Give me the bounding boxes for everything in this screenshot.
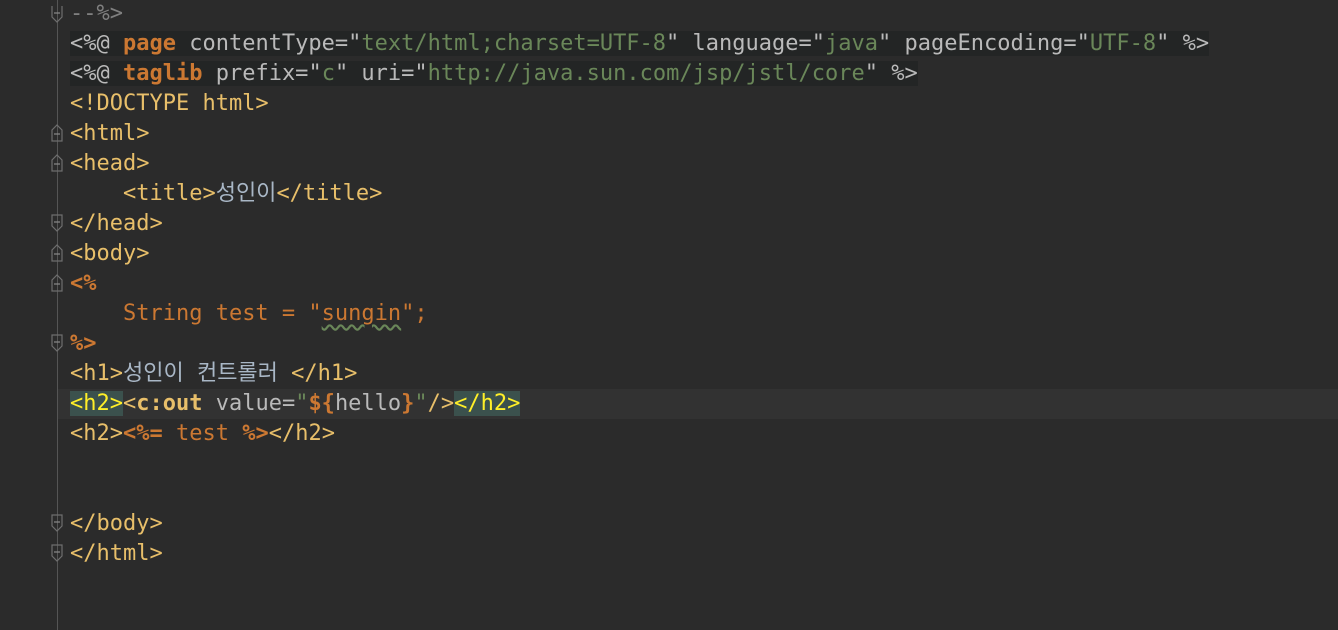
code-line[interactable]: </head> <box>70 209 1338 239</box>
code-line[interactable]: %> <box>70 329 1338 359</box>
quote: " <box>1156 31 1170 56</box>
jsp-expression-open: <%= <box>122 421 163 446</box>
quote: " <box>308 61 322 86</box>
body-close-tag: </body> <box>70 511 163 536</box>
attr-value: http://java.sun.com/jsp/jstl/core <box>427 61 865 86</box>
head-tag: <head> <box>70 151 150 176</box>
h2-open-tag: <h2> <box>70 421 123 446</box>
code-line[interactable]: <!DOCTYPE html> <box>70 89 1338 119</box>
code-editor[interactable]: --%> <%@ page contentType="text/html;cha… <box>0 0 1338 630</box>
h2-close-tag-matched: </h2> <box>454 391 521 416</box>
quote: " <box>414 391 428 416</box>
java-code: String test = <box>122 301 309 326</box>
html-close-tag: </html> <box>70 541 163 566</box>
attr-name: value= <box>202 391 296 416</box>
jsp-expression: test <box>162 421 243 446</box>
attr-value: c <box>321 61 335 86</box>
quote: " <box>414 61 428 86</box>
title-open-tag: <title> <box>122 181 216 206</box>
code-line[interactable]: <html> <box>70 119 1338 149</box>
attr-name: uri= <box>348 61 415 86</box>
doctype: <!DOCTYPE html> <box>70 91 269 116</box>
h2-close-tag: </h2> <box>268 421 335 446</box>
code-line[interactable]: <title>성인이</title> <box>70 179 1338 209</box>
quote: " <box>348 31 362 56</box>
code-line[interactable]: <%@ taglib prefix="c" uri="http://java.s… <box>70 59 1338 89</box>
quote: " <box>1076 31 1090 56</box>
quote: " <box>308 301 322 326</box>
el-expression-open: ${ <box>308 391 335 416</box>
code-line[interactable]: --%> <box>70 0 1338 29</box>
attr-name: prefix= <box>202 61 309 86</box>
attr-value: UTF-8 <box>1089 31 1157 56</box>
title-text: 성인이 <box>215 181 277 206</box>
code-line-current[interactable]: <h2><c:out value="${hello}"/></h2> <box>58 389 1338 419</box>
attr-name: pageEncoding= <box>891 31 1077 56</box>
self-close: /> <box>427 391 455 416</box>
quote: " <box>864 61 879 86</box>
h1-text: 성인이 컨트롤러 <box>122 361 292 386</box>
jsp-expression-close: %> <box>242 421 269 446</box>
fold-start-icon[interactable] <box>50 244 64 262</box>
quote: " <box>295 391 309 416</box>
quote: " <box>334 61 349 86</box>
attr-value: java <box>825 31 878 56</box>
code-line[interactable]: </html> <box>70 539 1338 569</box>
code-line[interactable]: <% <box>70 269 1338 299</box>
fold-end-icon[interactable] <box>50 5 64 23</box>
h2-open-tag-matched: <h2> <box>70 391 123 416</box>
directive-keyword: page <box>122 31 176 56</box>
quote: " <box>877 31 892 56</box>
jsp-directive-close: %> <box>878 61 918 86</box>
fold-end-icon[interactable] <box>50 544 64 562</box>
code-line[interactable]: <%@ page contentType="text/html;charset=… <box>70 29 1338 59</box>
html-tag: <html> <box>70 121 150 146</box>
directive-keyword: taglib <box>122 61 203 86</box>
jstl-element: c:out <box>136 391 203 416</box>
quote: " <box>811 31 825 56</box>
editor-gutter <box>0 0 58 630</box>
fold-start-icon[interactable] <box>50 274 64 292</box>
quote: " <box>401 301 415 326</box>
title-close-tag: </title> <box>276 181 383 206</box>
head-close-tag: </head> <box>70 211 163 236</box>
el-expression: hello <box>334 391 402 416</box>
fold-end-icon[interactable] <box>50 334 64 352</box>
code-line[interactable]: </body> <box>70 509 1338 539</box>
fold-end-icon[interactable] <box>50 514 64 532</box>
java-string: sungin <box>321 301 402 326</box>
jsp-comment-end: --%> <box>70 1 123 26</box>
code-line[interactable]: <head> <box>70 149 1338 179</box>
attr-name: language= <box>679 31 812 56</box>
h1-close-tag: </h1> <box>291 361 358 386</box>
attr-value: text/html;charset=UTF-8 <box>361 31 667 56</box>
jsp-directive-close: %> <box>1169 31 1210 56</box>
scriptlet-close: %> <box>70 331 97 356</box>
fold-end-icon[interactable] <box>50 214 64 232</box>
semicolon: ; <box>414 301 428 326</box>
h1-open-tag: <h1> <box>70 361 123 386</box>
jsp-directive-open: <%@ <box>70 31 123 56</box>
attr-name: contentType= <box>175 31 349 56</box>
body-tag: <body> <box>70 241 150 266</box>
code-line[interactable]: <h1>성인이 컨트롤러 </h1> <box>70 359 1338 389</box>
jsp-directive-open: <%@ <box>70 61 123 86</box>
quote: " <box>666 31 680 56</box>
scriptlet-open: <% <box>70 271 97 296</box>
code-line[interactable]: String test = "sungin"; <box>70 299 1338 329</box>
code-line[interactable]: <h2><%= test %></h2> <box>70 419 1338 449</box>
fold-start-icon[interactable] <box>50 154 64 172</box>
fold-start-icon[interactable] <box>50 124 64 142</box>
el-expression-close: } <box>401 391 415 416</box>
tag-bracket: < <box>122 391 137 416</box>
code-line[interactable]: <body> <box>70 239 1338 269</box>
